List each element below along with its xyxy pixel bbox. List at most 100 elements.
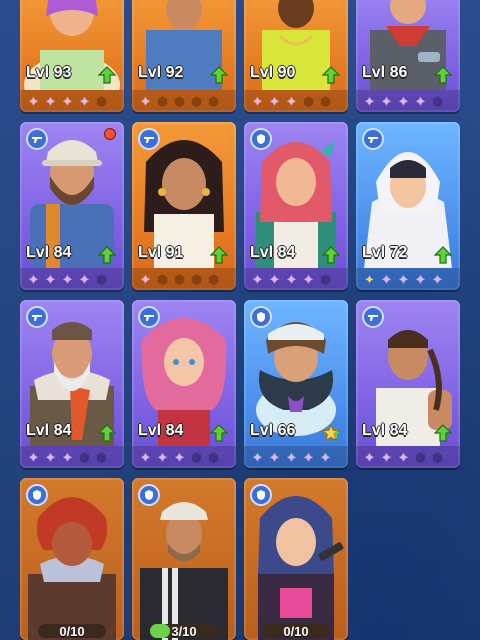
hero-card[interactable]: Lvl 84 ✦ ✦ ✦ ⬢ ⬢ <box>132 300 236 468</box>
star-icon: ✦ <box>252 93 263 109</box>
star-icon: ✦ <box>398 449 409 465</box>
upgrade-arrow-icon[interactable] <box>98 424 116 442</box>
hero-level: Lvl 92 <box>138 64 184 81</box>
star-icon: ⬢ <box>190 271 203 287</box>
shield-class-icon <box>138 484 160 506</box>
star-rating: ✦ ✦ ✦ ✦ ⬢ <box>356 90 460 112</box>
hero-level: Lvl 93 <box>26 64 72 81</box>
hero-card[interactable]: Lvl 90 ✦ ✦ ✦ ⬢ ⬢ <box>244 0 348 112</box>
hero-card[interactable]: Lvl 84 ✦ ✦ ✦ ⬢ ⬢ <box>356 300 460 468</box>
star-icon: ✦ <box>398 93 409 109</box>
hero-card[interactable]: Lvl 84 ✦ ✦ ✦ ⬢ ⬢ <box>20 300 124 468</box>
progress-label: 0/10 <box>283 623 309 639</box>
locked-hero-card[interactable]: 3/10 <box>132 478 236 640</box>
hero-card[interactable]: Lvl 92 ✦ ⬢ ⬢ ⬢ ⬢ <box>132 0 236 112</box>
upgrade-arrow-icon[interactable] <box>210 424 228 442</box>
star-icon: ✦ <box>174 449 185 465</box>
star-icon: ✦ <box>252 449 263 465</box>
hero-level: Lvl 84 <box>26 244 72 261</box>
star-icon: ✦ <box>364 271 375 287</box>
hero-level: Lvl 90 <box>250 64 296 81</box>
shard-progress-bar: 0/10 <box>38 623 106 639</box>
star-icon: ⬢ <box>156 271 169 287</box>
star-rating: ✦ ✦ ✦ ⬢ ⬢ <box>244 90 348 112</box>
star-icon: ✦ <box>45 93 56 109</box>
progress-label: 3/10 <box>171 623 197 639</box>
star-rating: ✦ ✦ ✦ ✦ ⬢ <box>20 268 124 290</box>
upgrade-arrow-icon[interactable] <box>322 246 340 264</box>
star-rating: ✦ ✦ ✦ ✦ ✦ <box>244 446 348 468</box>
upgrade-arrow-icon[interactable] <box>210 66 228 84</box>
star-icon: ⬢ <box>173 271 186 287</box>
star-icon: ✦ <box>269 449 280 465</box>
star-rating: ✦ ✦ ✦ ✦ ✦ <box>356 268 460 290</box>
star-icon: ⬢ <box>207 93 220 109</box>
star-icon: ✦ <box>286 449 297 465</box>
star-icon: ✦ <box>269 271 280 287</box>
locked-hero-card[interactable]: 0/10 <box>20 478 124 640</box>
locked-hero-card[interactable]: 0/10 <box>244 478 348 640</box>
star-icon: ⬢ <box>431 93 444 109</box>
star-icon: ✦ <box>28 271 39 287</box>
star-icon: ⬢ <box>95 93 108 109</box>
star-icon: ⬢ <box>156 93 169 109</box>
star-icon: ✦ <box>286 271 297 287</box>
progress-label: 0/10 <box>59 623 85 639</box>
hero-level: Lvl 91 <box>138 244 184 261</box>
upgrade-arrow-icon[interactable] <box>434 424 452 442</box>
shard-progress-bar: 3/10 <box>150 623 218 639</box>
star-icon: ⬢ <box>431 449 444 465</box>
star-rating: ✦ ✦ ✦ ✦ ⬢ <box>244 268 348 290</box>
star-icon: ⬢ <box>207 449 220 465</box>
star-icon: ✦ <box>79 93 90 109</box>
gun-class-icon <box>138 128 160 150</box>
star-icon: ⬢ <box>207 271 220 287</box>
star-icon: ⬢ <box>302 93 315 109</box>
upgrade-arrow-icon[interactable] <box>434 246 452 264</box>
shield-class-icon <box>250 306 272 328</box>
star-icon: ⬢ <box>95 271 108 287</box>
upgrade-arrow-icon[interactable] <box>98 66 116 84</box>
upgrade-arrow-icon[interactable] <box>434 66 452 84</box>
hero-card[interactable]: Lvl 93 ✦ ✦ ✦ ✦ ⬢ <box>20 0 124 112</box>
hero-level: Lvl 84 <box>26 422 72 439</box>
hero-level: Lvl 84 <box>362 422 408 439</box>
hero-grid: Lvl 93 ✦✦✦✦⬢ Lvl 92 ✦⬢⬢⬢⬢ Lvl 90 <box>0 0 480 640</box>
star-icon: ⬢ <box>173 93 186 109</box>
gun-class-icon <box>138 306 160 328</box>
star-icon: ✦ <box>381 271 392 287</box>
star-icon: ⬢ <box>319 271 332 287</box>
shield-class-icon <box>26 484 48 506</box>
star-upgrade-icon[interactable] <box>322 424 340 442</box>
hero-card[interactable]: Lvl 84 ✦ ✦ ✦ ✦ ⬢ <box>20 122 124 290</box>
star-icon: ✦ <box>286 93 297 109</box>
gun-class-icon <box>26 306 48 328</box>
hero-card[interactable]: Lvl 91 ✦ ⬢ ⬢ ⬢ ⬢ <box>132 122 236 290</box>
star-icon: ✦ <box>432 271 443 287</box>
hero-level: Lvl 84 <box>250 244 296 261</box>
star-icon: ✦ <box>28 449 39 465</box>
hero-card[interactable]: Lvl 66 ✦ ✦ ✦ ✦ ✦ <box>244 300 348 468</box>
hero-level: Lvl 72 <box>362 244 408 261</box>
star-icon: ✦ <box>252 271 263 287</box>
star-icon: ⬢ <box>78 449 91 465</box>
upgrade-arrow-icon[interactable] <box>322 66 340 84</box>
shield-class-icon <box>250 484 272 506</box>
star-icon: ✦ <box>269 93 280 109</box>
star-icon: ⬢ <box>190 93 203 109</box>
star-rating: ✦ ✦ ✦ ⬢ ⬢ <box>132 446 236 468</box>
hero-level: Lvl 86 <box>362 64 408 81</box>
star-rating: ✦ ✦ ✦ ⬢ ⬢ <box>20 446 124 468</box>
star-icon: ✦ <box>62 449 73 465</box>
upgrade-arrow-icon[interactable] <box>98 246 116 264</box>
star-icon: ✦ <box>303 271 314 287</box>
star-rating: ✦ ✦ ✦ ✦ ⬢ <box>20 90 124 112</box>
hero-card[interactable]: Lvl 86 ✦ ✦ ✦ ✦ ⬢ <box>356 0 460 112</box>
star-icon: ✦ <box>28 93 39 109</box>
gun-class-icon <box>362 128 384 150</box>
hero-card[interactable]: Lvl 84 ✦ ✦ ✦ ✦ ⬢ <box>244 122 348 290</box>
hero-card[interactable]: Lvl 72 ✦ ✦ ✦ ✦ ✦ <box>356 122 460 290</box>
hero-level: Lvl 66 <box>250 422 296 439</box>
star-icon: ✦ <box>381 449 392 465</box>
upgrade-arrow-icon[interactable] <box>210 246 228 264</box>
